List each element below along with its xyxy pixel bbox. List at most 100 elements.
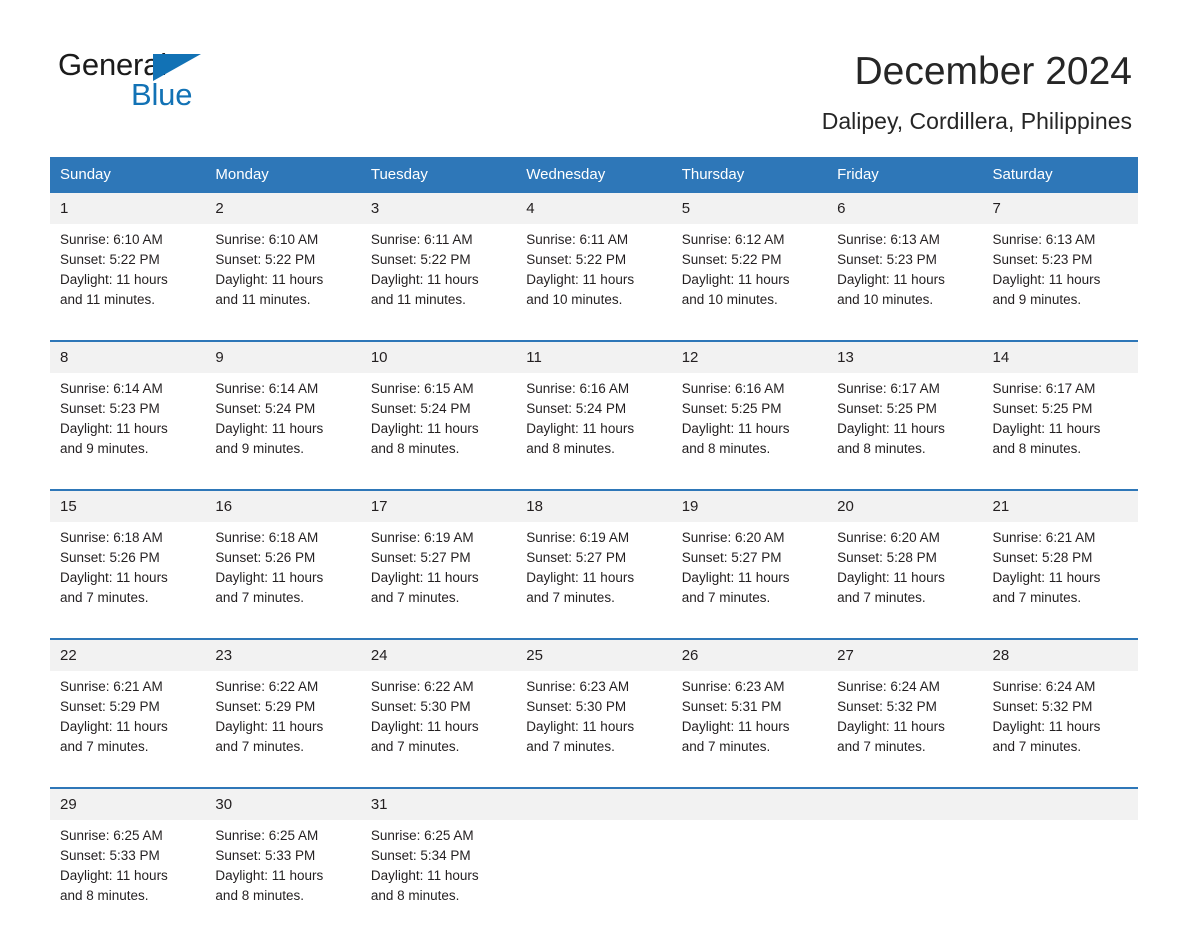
day-number-cell[interactable]: 17 <box>360 489 517 522</box>
day-number-cell[interactable]: 2 <box>205 193 361 224</box>
day-number-cell[interactable]: 26 <box>671 638 828 671</box>
day-daylight-line2-text: and 7 minutes. <box>992 739 1082 754</box>
day-daylight-line1-text: Daylight: 11 hours <box>60 272 168 287</box>
day-daylight-line2-text: and 11 minutes. <box>370 292 466 307</box>
day-daylight-line2-text: and 11 minutes. <box>60 292 156 307</box>
day-number-cell[interactable]: 21 <box>982 489 1138 522</box>
day-number-cell[interactable]: 13 <box>827 340 983 373</box>
day-details-cell: Sunrise: 6:25 AM Sunset: 5:33 PM Daylight:… <box>205 820 361 936</box>
day-number-cell[interactable]: 1 <box>50 193 206 224</box>
day-sunset-text: Sunset: 5:22 PM <box>370 252 471 267</box>
day-details-cell: Sunrise: 6:24 AM Sunset: 5:32 PM Daylight:… <box>982 671 1138 788</box>
day-sunset-text: Sunset: 5:22 PM <box>681 252 782 267</box>
day-details-cell: Sunrise: 6:18 AM Sunset: 5:26 PM Daylight:… <box>50 522 206 639</box>
day-daylight-line2-text: and 7 minutes. <box>60 739 149 754</box>
day-sunset-text: Sunset: 5:27 PM <box>370 550 471 565</box>
day-sunrise-text: Sunrise: 6:16 AM <box>681 381 785 396</box>
weekday-header-monday: Monday <box>205 157 361 193</box>
day-sunrise-text: Sunrise: 6:19 AM <box>370 530 474 545</box>
week-daynumber-row: 22 23 24 25 26 27 28 <box>50 638 1138 671</box>
day-number-cell[interactable]: 8 <box>50 340 206 373</box>
day-number-cell[interactable]: 7 <box>982 193 1138 224</box>
day-number-cell[interactable]: 31 <box>360 787 517 820</box>
day-sunrise-text: Sunrise: 6:24 AM <box>837 679 940 694</box>
day-sunset-text: Sunset: 5:33 PM <box>215 848 316 863</box>
day-sunset-text: Sunset: 5:28 PM <box>837 550 937 565</box>
day-details-cell: Sunrise: 6:12 AM Sunset: 5:22 PM Daylight:… <box>671 224 828 341</box>
day-details-cell: Sunrise: 6:11 AM Sunset: 5:22 PM Daylight:… <box>516 224 672 341</box>
day-daylight-line2-text: and 8 minutes. <box>526 441 615 456</box>
day-details-cell: Sunrise: 6:18 AM Sunset: 5:26 PM Daylight:… <box>205 522 361 639</box>
day-number-cell[interactable]: 16 <box>205 489 361 522</box>
day-number-cell[interactable]: 29 <box>50 787 206 820</box>
day-number-cell[interactable]: 30 <box>205 787 361 820</box>
day-daylight-line2-text: and 8 minutes. <box>370 888 460 903</box>
day-number-cell[interactable]: 11 <box>516 340 672 373</box>
day-number-cell[interactable]: 4 <box>516 193 672 224</box>
day-number-cell[interactable] <box>982 787 1138 820</box>
day-sunset-text: Sunset: 5:30 PM <box>526 699 627 714</box>
day-details-cell: Sunrise: 6:14 AM Sunset: 5:24 PM Daylight:… <box>205 373 361 490</box>
day-details-cell: Sunrise: 6:23 AM Sunset: 5:30 PM Daylight:… <box>516 671 672 788</box>
day-sunrise-text: Sunrise: 6:23 AM <box>526 679 630 694</box>
day-daylight-line2-text: and 8 minutes. <box>837 441 926 456</box>
day-daylight-line2-text: and 9 minutes. <box>215 441 304 456</box>
day-number-cell[interactable]: 23 <box>205 638 361 671</box>
day-daylight-line1-text: Daylight: 11 hours <box>526 719 635 734</box>
day-sunrise-text: Sunrise: 6:17 AM <box>837 381 940 396</box>
day-sunset-text: Sunset: 5:25 PM <box>837 401 937 416</box>
day-daylight-line1-text: Daylight: 11 hours <box>837 421 945 436</box>
day-sunrise-text: Sunrise: 6:18 AM <box>215 530 319 545</box>
week-info-row: Sunrise: 6:14 AM Sunset: 5:23 PM Daylight:… <box>50 373 1138 490</box>
day-daylight-line1-text: Daylight: 11 hours <box>526 421 635 436</box>
day-sunrise-text: Sunrise: 6:21 AM <box>60 679 163 694</box>
day-number-cell[interactable]: 22 <box>50 638 206 671</box>
day-daylight-line1-text: Daylight: 11 hours <box>681 570 790 585</box>
week-daynumber-row: 1234567 <box>50 193 1138 224</box>
day-daylight-line1-text: Daylight: 11 hours <box>837 570 945 585</box>
day-details-cell: Sunrise: 6:21 AM Sunset: 5:29 PM Daylight:… <box>50 671 206 788</box>
day-daylight-line1-text: Daylight: 11 hours <box>681 719 790 734</box>
day-number-cell[interactable]: 6 <box>827 193 983 224</box>
day-details-cell: Sunrise: 6:17 AM Sunset: 5:25 PM Daylight:… <box>827 373 983 490</box>
day-number-cell[interactable]: 5 <box>671 193 828 224</box>
day-number-cell[interactable] <box>827 787 983 820</box>
day-daylight-line2-text: and 10 minutes. <box>526 292 623 307</box>
day-number-cell[interactable]: 12 <box>671 340 828 373</box>
day-sunrise-text: Sunrise: 6:14 AM <box>215 381 319 396</box>
day-number-cell[interactable]: 19 <box>671 489 828 522</box>
day-number-cell[interactable]: 9 <box>205 340 361 373</box>
day-sunset-text: Sunset: 5:28 PM <box>992 550 1093 565</box>
day-details-cell: Sunrise: 6:13 AM Sunset: 5:23 PM Daylight:… <box>827 224 983 341</box>
day-daylight-line2-text: and 9 minutes. <box>60 441 149 456</box>
day-daylight-line1-text: Daylight: 11 hours <box>370 272 479 287</box>
day-number-cell[interactable]: 28 <box>982 638 1138 671</box>
page-header: General Blue December 2024 Dalipey, Cord… <box>0 0 1188 155</box>
day-number-cell[interactable]: 18 <box>516 489 672 522</box>
day-sunset-text: Sunset: 5:24 PM <box>215 401 316 416</box>
weekday-header-friday: Friday <box>827 157 983 193</box>
day-sunset-text: Sunset: 5:24 PM <box>526 401 627 416</box>
week-daynumber-row: 8 9 10 11 12 13 14 <box>50 340 1138 373</box>
day-details-cell: Sunrise: 6:25 AM Sunset: 5:34 PM Daylight:… <box>360 820 517 936</box>
week-daynumber-row: 29 30 31 <box>50 787 1138 820</box>
day-details-cell: Sunrise: 6:23 AM Sunset: 5:31 PM Daylight:… <box>671 671 828 788</box>
day-sunset-text: Sunset: 5:30 PM <box>370 699 471 714</box>
day-number-cell[interactable] <box>671 787 828 820</box>
day-number-cell[interactable]: 14 <box>982 340 1138 373</box>
day-number-cell[interactable]: 25 <box>516 638 672 671</box>
day-sunrise-text: Sunrise: 6:11 AM <box>370 232 473 247</box>
day-number-cell[interactable]: 20 <box>827 489 983 522</box>
day-number-cell[interactable]: 27 <box>827 638 983 671</box>
day-sunset-text: Sunset: 5:32 PM <box>837 699 937 714</box>
day-daylight-line2-text: and 8 minutes. <box>992 441 1082 456</box>
day-number-cell[interactable]: 3 <box>360 193 517 224</box>
weekday-header-sunday: Sunday <box>50 157 206 193</box>
day-number-cell[interactable] <box>516 787 672 820</box>
day-sunrise-text: Sunrise: 6:19 AM <box>526 530 630 545</box>
day-sunrise-text: Sunrise: 6:16 AM <box>526 381 630 396</box>
day-number-cell[interactable]: 15 <box>50 489 206 522</box>
day-daylight-line2-text: and 7 minutes. <box>992 590 1082 605</box>
day-number-cell[interactable]: 10 <box>360 340 517 373</box>
day-number-cell[interactable]: 24 <box>360 638 517 671</box>
